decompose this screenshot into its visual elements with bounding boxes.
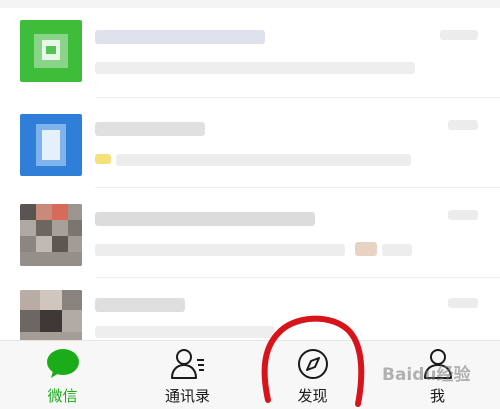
chat-preview-thumb-blurred bbox=[355, 242, 377, 256]
contacts-icon bbox=[170, 349, 204, 379]
chat-preview-blurred bbox=[95, 244, 345, 256]
chat-preview-blurred bbox=[116, 154, 411, 166]
chat-row[interactable] bbox=[0, 188, 500, 278]
chat-row[interactable] bbox=[0, 98, 500, 188]
chat-time-blurred bbox=[448, 120, 478, 130]
chat-bubble-icon bbox=[46, 349, 79, 378]
tab-label: 微信 bbox=[47, 387, 78, 405]
chat-list bbox=[0, 0, 500, 340]
compass-icon bbox=[297, 349, 328, 379]
chat-time-blurred bbox=[440, 30, 478, 40]
tab-chats[interactable]: 微信 bbox=[0, 341, 125, 409]
tab-label: 发现 bbox=[297, 387, 328, 405]
chat-preview-blurred bbox=[95, 62, 415, 74]
avatar bbox=[20, 114, 82, 176]
avatar bbox=[20, 20, 82, 82]
chat-time-blurred bbox=[448, 210, 478, 220]
chat-preview-blurred bbox=[95, 326, 275, 338]
chat-title-blurred bbox=[95, 212, 315, 226]
chat-row[interactable] bbox=[0, 8, 500, 98]
tab-label: 通讯录 bbox=[164, 387, 210, 405]
tab-label: 我 bbox=[429, 387, 445, 405]
chat-badge-blurred bbox=[95, 154, 111, 164]
chat-row[interactable] bbox=[0, 278, 500, 340]
top-strip bbox=[0, 0, 500, 8]
chat-title-blurred bbox=[95, 30, 265, 44]
avatar bbox=[20, 204, 82, 266]
chat-title-blurred bbox=[95, 298, 185, 312]
chat-title-blurred bbox=[95, 122, 205, 136]
tab-discover[interactable]: 发现 bbox=[250, 341, 375, 409]
watermark: Baidu经验 bbox=[382, 365, 471, 385]
avatar bbox=[20, 290, 82, 340]
tab-contacts[interactable]: 通讯录 bbox=[125, 341, 250, 409]
chat-time-blurred bbox=[448, 298, 478, 308]
chat-preview-blurred bbox=[382, 244, 412, 256]
